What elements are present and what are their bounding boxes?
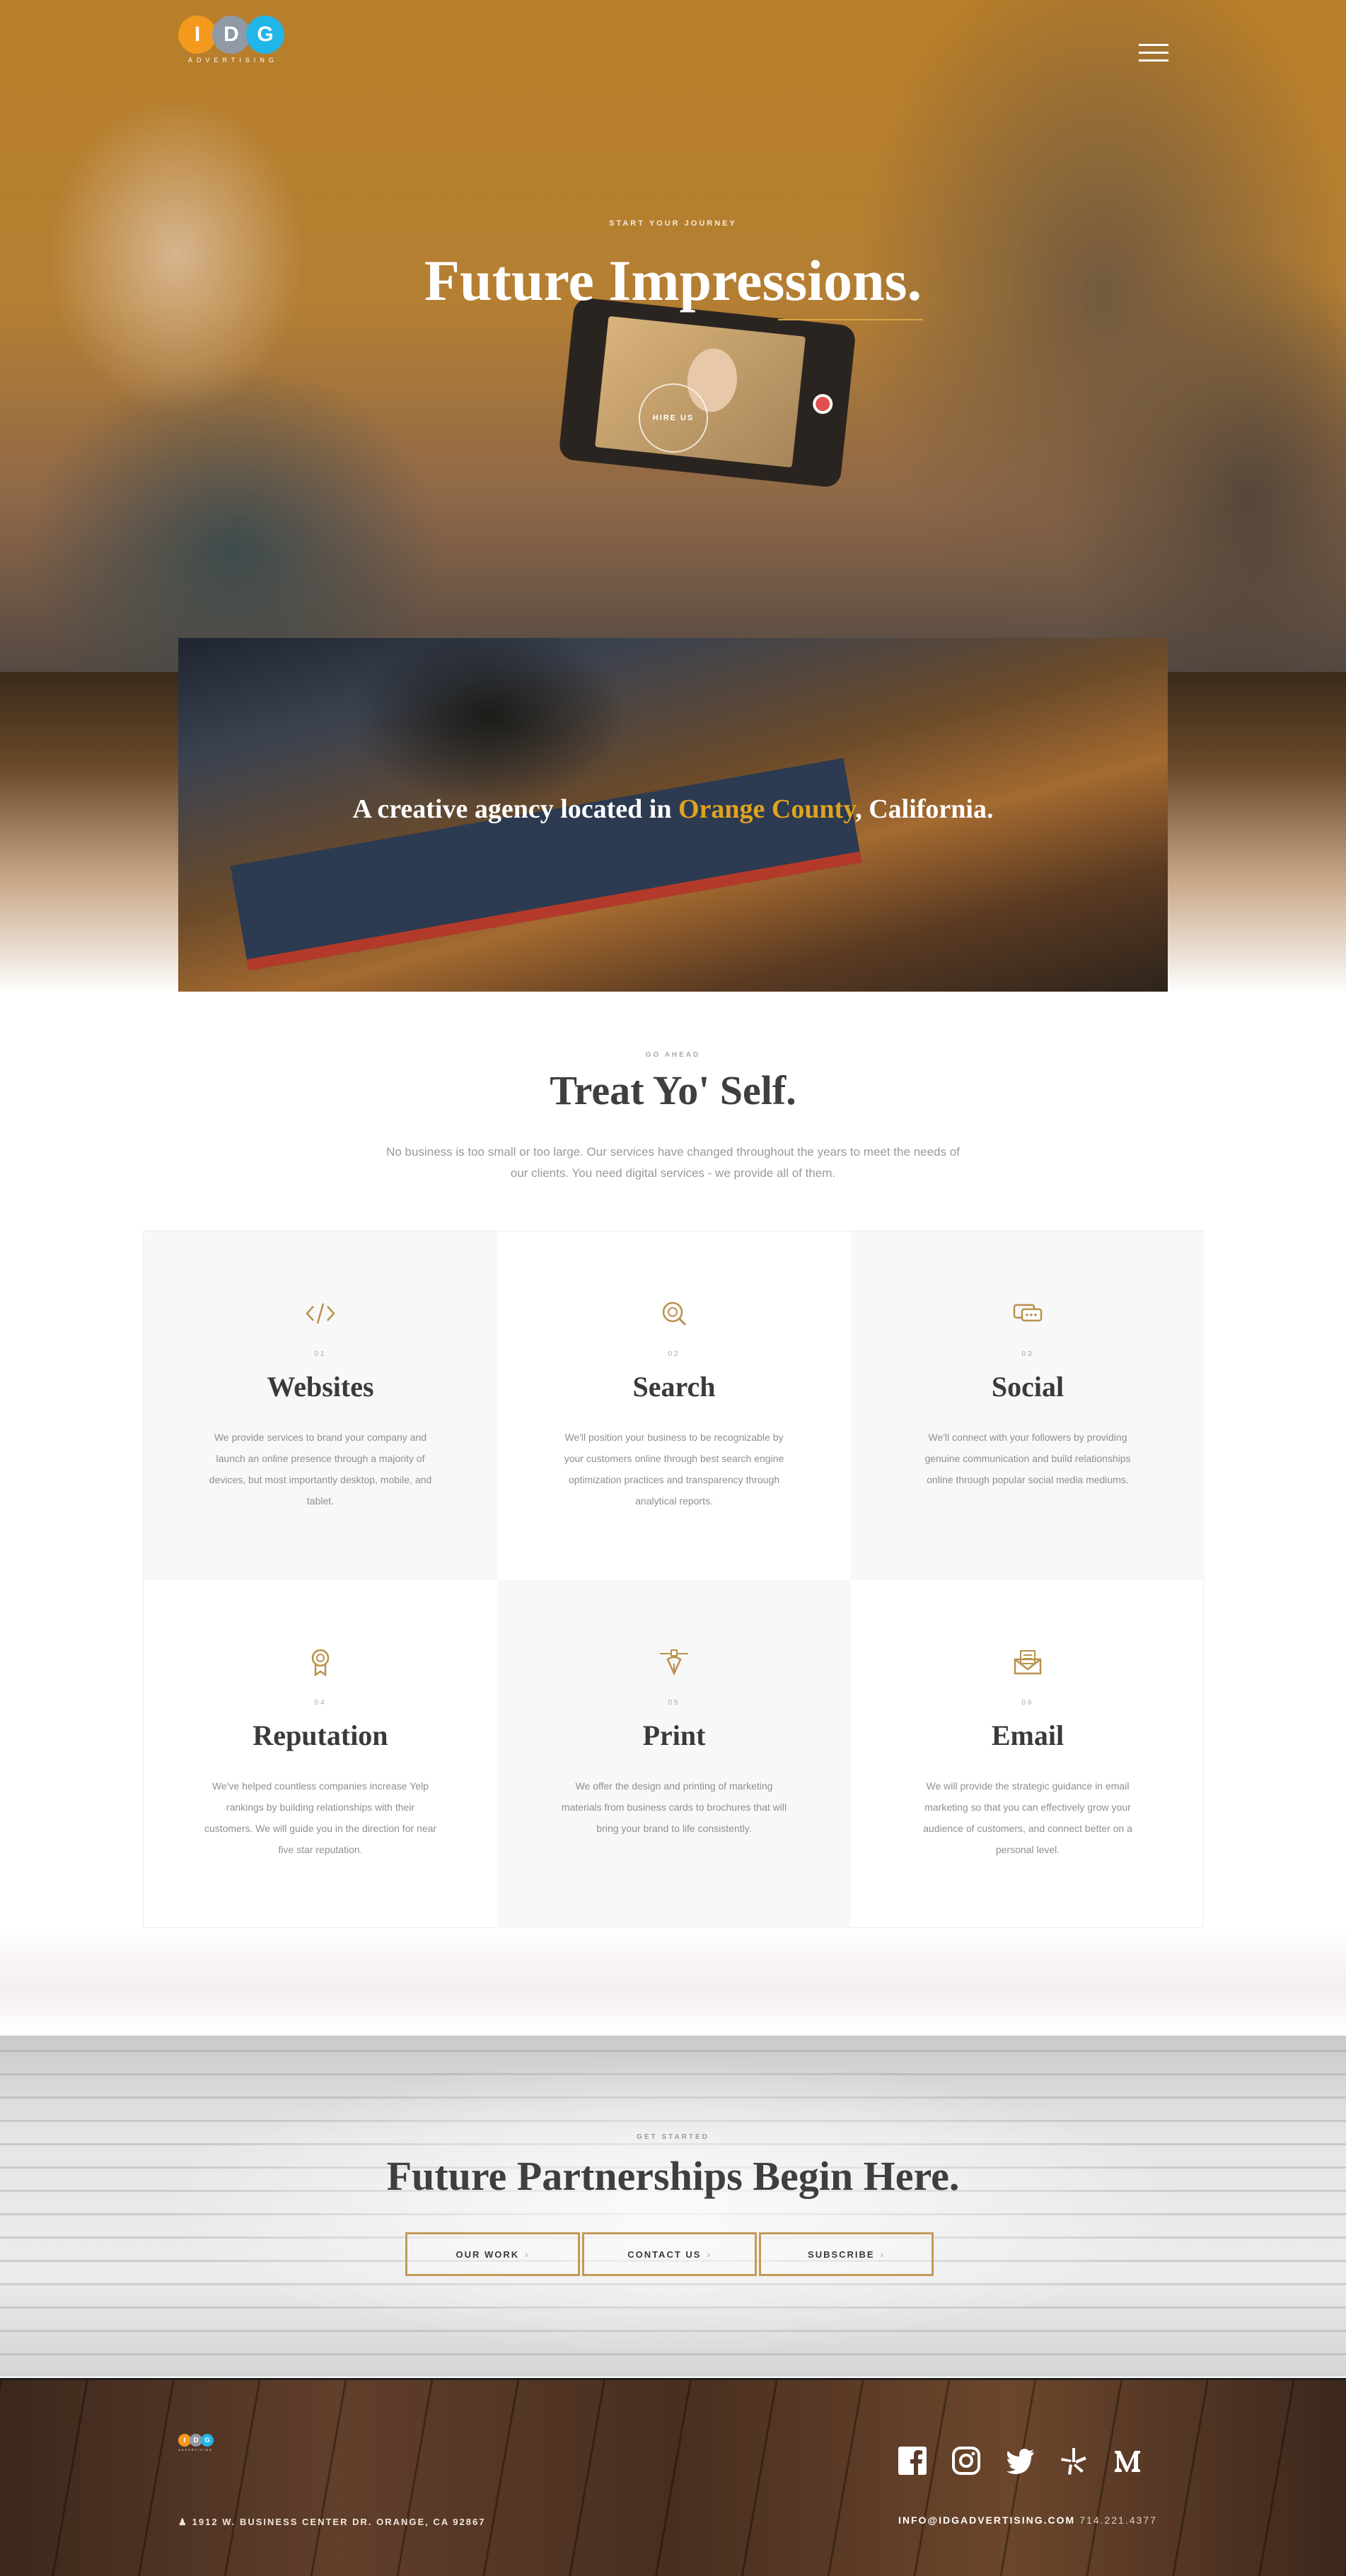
tagline-suffix: , California. bbox=[855, 794, 994, 824]
footer: I D G ADVERTISING ♟ 1912 W. BUSINESS CENT… bbox=[0, 2378, 1346, 2576]
service-number: 04 bbox=[314, 1699, 327, 1707]
cta-kicker: GET STARTED bbox=[637, 2133, 709, 2141]
service-card-websites: 01 Websites We provide services to brand… bbox=[144, 1231, 497, 1580]
hero-kicker: START YOUR JOURNEY bbox=[609, 219, 737, 228]
chevron-right-icon: › bbox=[707, 2249, 712, 2260]
service-description: We'll connect with your followers by pro… bbox=[924, 1432, 1131, 1485]
logo[interactable]: I D G ADVERTISING bbox=[178, 16, 284, 72]
footer-logo[interactable]: I D G ADVERTISING bbox=[178, 2434, 214, 2452]
footer-phone[interactable]: 714.221.4377 bbox=[1079, 2514, 1157, 2526]
address-text: 1912 W. BUSINESS CENTER DR. ORANGE, CA 9… bbox=[192, 2517, 486, 2527]
logo-letter-g: G bbox=[246, 16, 284, 54]
footer-address: ♟ 1912 W. BUSINESS CENTER DR. ORANGE, CA … bbox=[178, 2517, 485, 2528]
service-title: Reputation bbox=[253, 1719, 388, 1751]
service-title: Print bbox=[642, 1719, 706, 1751]
service-number: 06 bbox=[1021, 1699, 1034, 1707]
band-left-backdrop bbox=[0, 672, 178, 994]
band-right-backdrop bbox=[1168, 672, 1346, 994]
hire-us-button[interactable]: HIRE US bbox=[639, 383, 708, 453]
envelope-letter-icon bbox=[1014, 1650, 1042, 1675]
agency-banner: A creative agency located in Orange Coun… bbox=[178, 638, 1168, 992]
facebook-icon[interactable] bbox=[897, 2445, 928, 2476]
footer-contact: INFO@IDGADVERTISING.COM 714.221.4377 bbox=[898, 2514, 1157, 2526]
footer-logo-subtitle: ADVERTISING bbox=[178, 2448, 214, 2452]
hero-phone-image bbox=[558, 296, 857, 489]
service-description: We will provide the strategic guidance i… bbox=[923, 1780, 1132, 1855]
service-card-reputation: 04 Reputation We've helped countless com… bbox=[144, 1580, 497, 1929]
service-title: Search bbox=[632, 1371, 716, 1403]
tagline-highlight: Orange County bbox=[678, 794, 856, 824]
service-number: 02 bbox=[668, 1350, 680, 1358]
footer-email-link[interactable]: INFO@IDGADVERTISING.COM bbox=[898, 2514, 1075, 2526]
footer-logo-letter-g: G bbox=[201, 2434, 214, 2447]
yelp-icon[interactable] bbox=[1058, 2445, 1089, 2476]
services-title: Treat Yo' Self. bbox=[550, 1067, 796, 1113]
service-title: Email bbox=[991, 1719, 1064, 1751]
tagline-prefix: A creative agency located in bbox=[352, 794, 678, 824]
footer-logo-mark: I D G bbox=[178, 2434, 214, 2447]
service-description: We offer the design and printing of mark… bbox=[561, 1780, 787, 1834]
subscribe-button[interactable]: SUBSCRIBE › bbox=[759, 2232, 934, 2276]
medium-icon[interactable] bbox=[1112, 2445, 1143, 2476]
service-description: We provide services to brand your compan… bbox=[209, 1432, 432, 1507]
cta-fade bbox=[0, 1928, 1346, 2036]
chat-bubbles-icon bbox=[1013, 1304, 1043, 1322]
hero-title: Future Impressions. bbox=[424, 248, 922, 313]
instagram-icon[interactable] bbox=[951, 2445, 982, 2476]
logo-letter-d: D bbox=[212, 16, 250, 54]
chevron-right-icon: › bbox=[880, 2249, 885, 2260]
service-title: Social bbox=[991, 1371, 1064, 1403]
cta-title: Future Partnerships Begin Here. bbox=[386, 2153, 960, 2199]
service-number: 05 bbox=[668, 1699, 680, 1707]
logo-subtitle: ADVERTISING bbox=[188, 57, 278, 64]
chevron-right-icon: › bbox=[525, 2249, 530, 2260]
service-card-print: 05 Print We offer the design and printin… bbox=[497, 1580, 851, 1929]
logo-letter-i: I bbox=[178, 16, 216, 54]
code-icon bbox=[306, 1303, 335, 1324]
service-card-search: 02 Search We'll position your business t… bbox=[497, 1231, 851, 1580]
social-links bbox=[897, 2445, 1143, 2476]
logo-mark: I D G bbox=[178, 16, 284, 54]
award-ribbon-icon bbox=[311, 1649, 330, 1676]
service-card-social: 03 Social We'll connect with your follow… bbox=[851, 1231, 1205, 1580]
service-description: We'll position your business to be recog… bbox=[564, 1432, 784, 1507]
subscribe-label: SUBSCRIBE bbox=[808, 2249, 875, 2260]
services-grid: 01 Websites We provide services to brand… bbox=[143, 1231, 1205, 1929]
twitter-icon[interactable] bbox=[1004, 2445, 1035, 2476]
hamburger-icon[interactable] bbox=[1139, 44, 1168, 62]
person-pin-icon: ♟ bbox=[178, 2517, 188, 2527]
cta-section: GET STARTED Future Partnerships Begin He… bbox=[0, 2036, 1346, 2377]
our-work-button[interactable]: OUR WORK › bbox=[405, 2232, 580, 2276]
agency-tagline: A creative agency located in Orange Coun… bbox=[178, 794, 1168, 825]
service-number: 01 bbox=[314, 1350, 327, 1358]
search-target-icon bbox=[662, 1301, 687, 1326]
service-number: 03 bbox=[1021, 1350, 1034, 1358]
hero-title-underline bbox=[778, 319, 923, 320]
services-description: No business is too small or too large. O… bbox=[386, 1145, 960, 1180]
service-title: Websites bbox=[267, 1371, 374, 1403]
contact-us-button[interactable]: CONTACT US › bbox=[582, 2232, 757, 2276]
cta-button-group: OUR WORK › CONTACT US › SUBSCRIBE › bbox=[405, 2232, 934, 2276]
contact-us-label: CONTACT US bbox=[627, 2249, 702, 2260]
hero-section: I D G ADVERTISING START YOUR JOURNEY Fut… bbox=[0, 0, 1346, 672]
service-description: We've helped countless companies increas… bbox=[204, 1780, 437, 1855]
banner-book-image bbox=[230, 758, 862, 971]
services-kicker: GO AHEAD bbox=[645, 1051, 701, 1059]
service-card-email: 06 Email We will provide the strategic g… bbox=[851, 1580, 1205, 1929]
pen-tool-icon bbox=[660, 1649, 688, 1676]
our-work-label: OUR WORK bbox=[456, 2249, 520, 2260]
